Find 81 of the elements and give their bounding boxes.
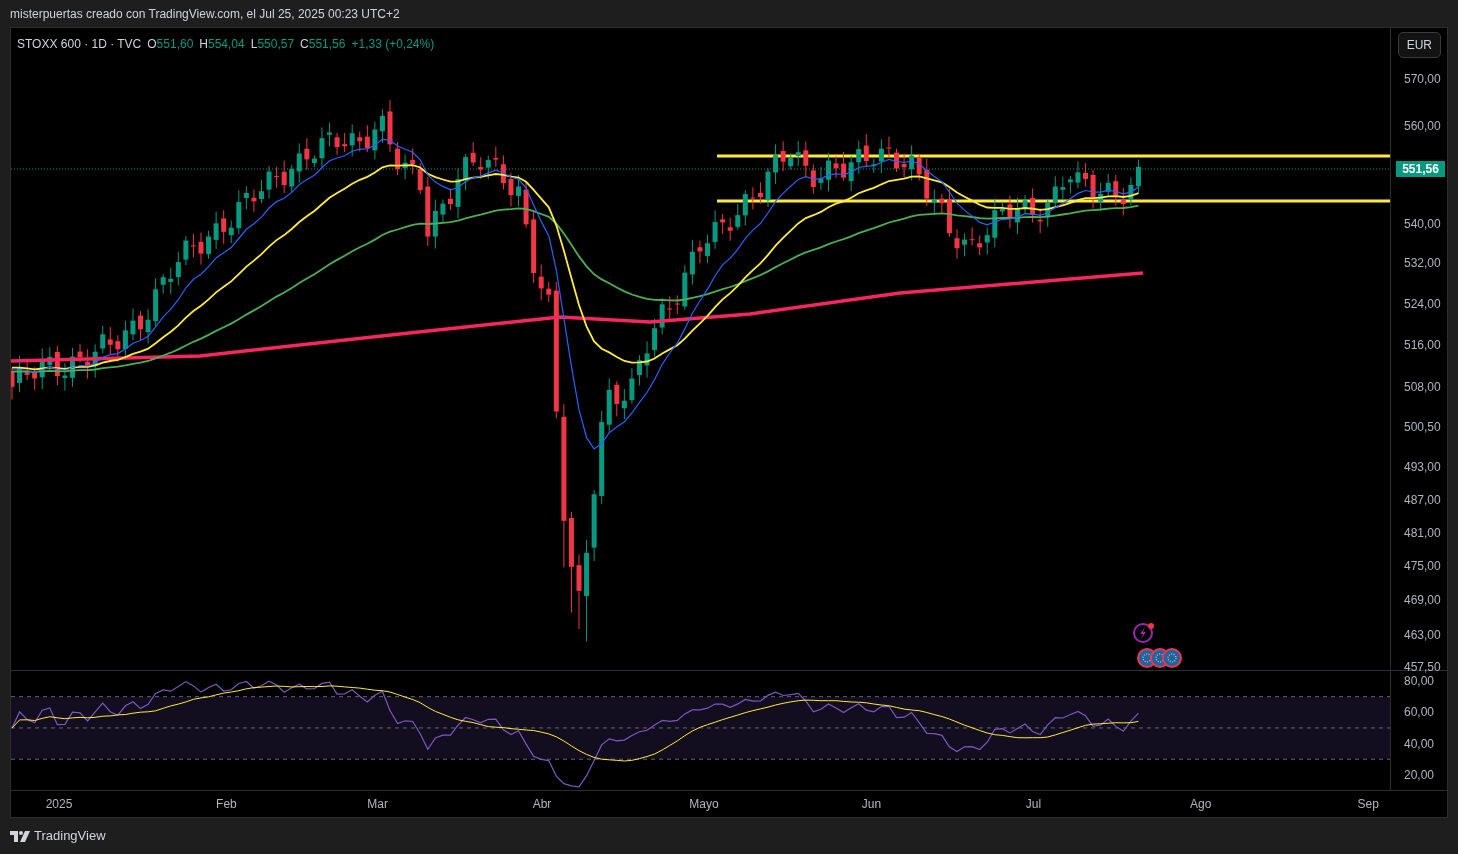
time-tick-label: 2025	[45, 797, 73, 812]
logo-icon	[10, 830, 30, 842]
candlestick	[901, 153, 907, 178]
price-tick-label: 508,00	[1404, 379, 1441, 394]
candlestick	[523, 181, 529, 229]
candlestick	[440, 199, 446, 223]
candlestick	[327, 122, 332, 147]
candlestick	[644, 340, 650, 379]
time-tick-label: Mayo	[689, 797, 719, 812]
candlestick	[387, 99, 393, 153]
candlestick	[448, 188, 453, 211]
time-tick-label: Jun	[861, 797, 882, 812]
time-tick-label: Feb	[216, 797, 237, 812]
price-change: +1,33 (+0,24%)	[351, 36, 435, 53]
price-tick-label: 560,00	[1404, 119, 1441, 134]
candlestick	[954, 228, 960, 260]
price-tick-label: 487,00	[1404, 492, 1441, 507]
candlestick	[334, 132, 340, 156]
rsi-tick-label: 80,00	[1404, 674, 1435, 689]
candlestick	[11, 367, 15, 400]
logo-text: TradingView	[34, 827, 106, 846]
price-tick-label: 540,00	[1404, 216, 1441, 231]
time-tick-label: Sep	[1357, 797, 1379, 812]
last-price-label: 551,56	[1396, 161, 1445, 177]
candlestick	[259, 179, 264, 204]
ohlc-value: L550,57	[250, 36, 295, 53]
candlestick	[765, 167, 771, 208]
candlestick	[886, 136, 892, 159]
candlestick	[516, 174, 521, 207]
price-tick-label: 493,00	[1404, 459, 1441, 474]
candlestick	[1075, 160, 1081, 189]
candlestick	[894, 148, 899, 173]
price-tick-label: 524,00	[1404, 296, 1441, 311]
price-tick-label: 475,00	[1404, 559, 1441, 574]
ohlc-value: C551,56	[300, 36, 346, 53]
candlestick	[508, 172, 514, 208]
time-tick-label: Abr	[532, 797, 552, 812]
candlestick	[1083, 162, 1088, 188]
price-tick-label: 516,00	[1404, 338, 1441, 353]
candlestick	[1015, 197, 1020, 235]
price-tick-label: 469,00	[1404, 593, 1441, 608]
price-tick-label: 500,50	[1404, 419, 1441, 434]
rsi-tick-label: 20,00	[1404, 768, 1435, 783]
flag-icon[interactable]	[1162, 648, 1182, 668]
ohlc-value: O551,60	[147, 36, 194, 53]
candlestick	[629, 367, 635, 405]
candlestick	[266, 165, 272, 200]
ohlc-value: H554,04	[199, 36, 245, 53]
candlestick	[77, 343, 83, 364]
candlestick	[138, 310, 143, 342]
candlestick	[818, 166, 824, 191]
currency-button[interactable]: EUR	[1397, 32, 1441, 58]
candlestick	[705, 234, 710, 264]
price-tick-label: 463,00	[1404, 627, 1441, 642]
price-tick-label: 570,00	[1404, 72, 1441, 86]
candlestick	[826, 152, 831, 192]
candlestick	[712, 209, 718, 250]
time-tick-label: Mar	[367, 797, 388, 812]
candlestick	[1090, 169, 1096, 210]
candlestick	[1007, 195, 1013, 229]
symbol-label: STOXX 600 · 1D · TVC	[17, 36, 142, 53]
chart-caption: misterpuertas creado con TradingView.com, el Jul 25, 2025 00:23 UTC+2	[10, 5, 400, 23]
candlestick	[319, 127, 325, 168]
time-tick-label: Ago	[1190, 797, 1212, 812]
candlestick	[62, 362, 68, 392]
rsi-tick-label: 40,00	[1404, 736, 1435, 751]
lightning-icon[interactable]	[1133, 623, 1154, 643]
time-tick-label: Jul	[1025, 797, 1042, 812]
candlestick	[130, 308, 136, 341]
candlestick	[198, 232, 204, 265]
candlestick	[697, 239, 703, 264]
candlestick	[145, 308, 151, 344]
price-tick-label: 481,00	[1404, 525, 1441, 540]
candlestick	[833, 155, 839, 179]
candlestick	[1022, 194, 1028, 215]
candlestick	[251, 189, 257, 213]
price-tick-label: 532,00	[1404, 256, 1441, 271]
rsi-tick-label: 60,00	[1404, 705, 1435, 720]
candlestick	[637, 354, 642, 386]
price-tick-label: 457,50	[1404, 659, 1441, 674]
candlestick	[455, 167, 461, 219]
